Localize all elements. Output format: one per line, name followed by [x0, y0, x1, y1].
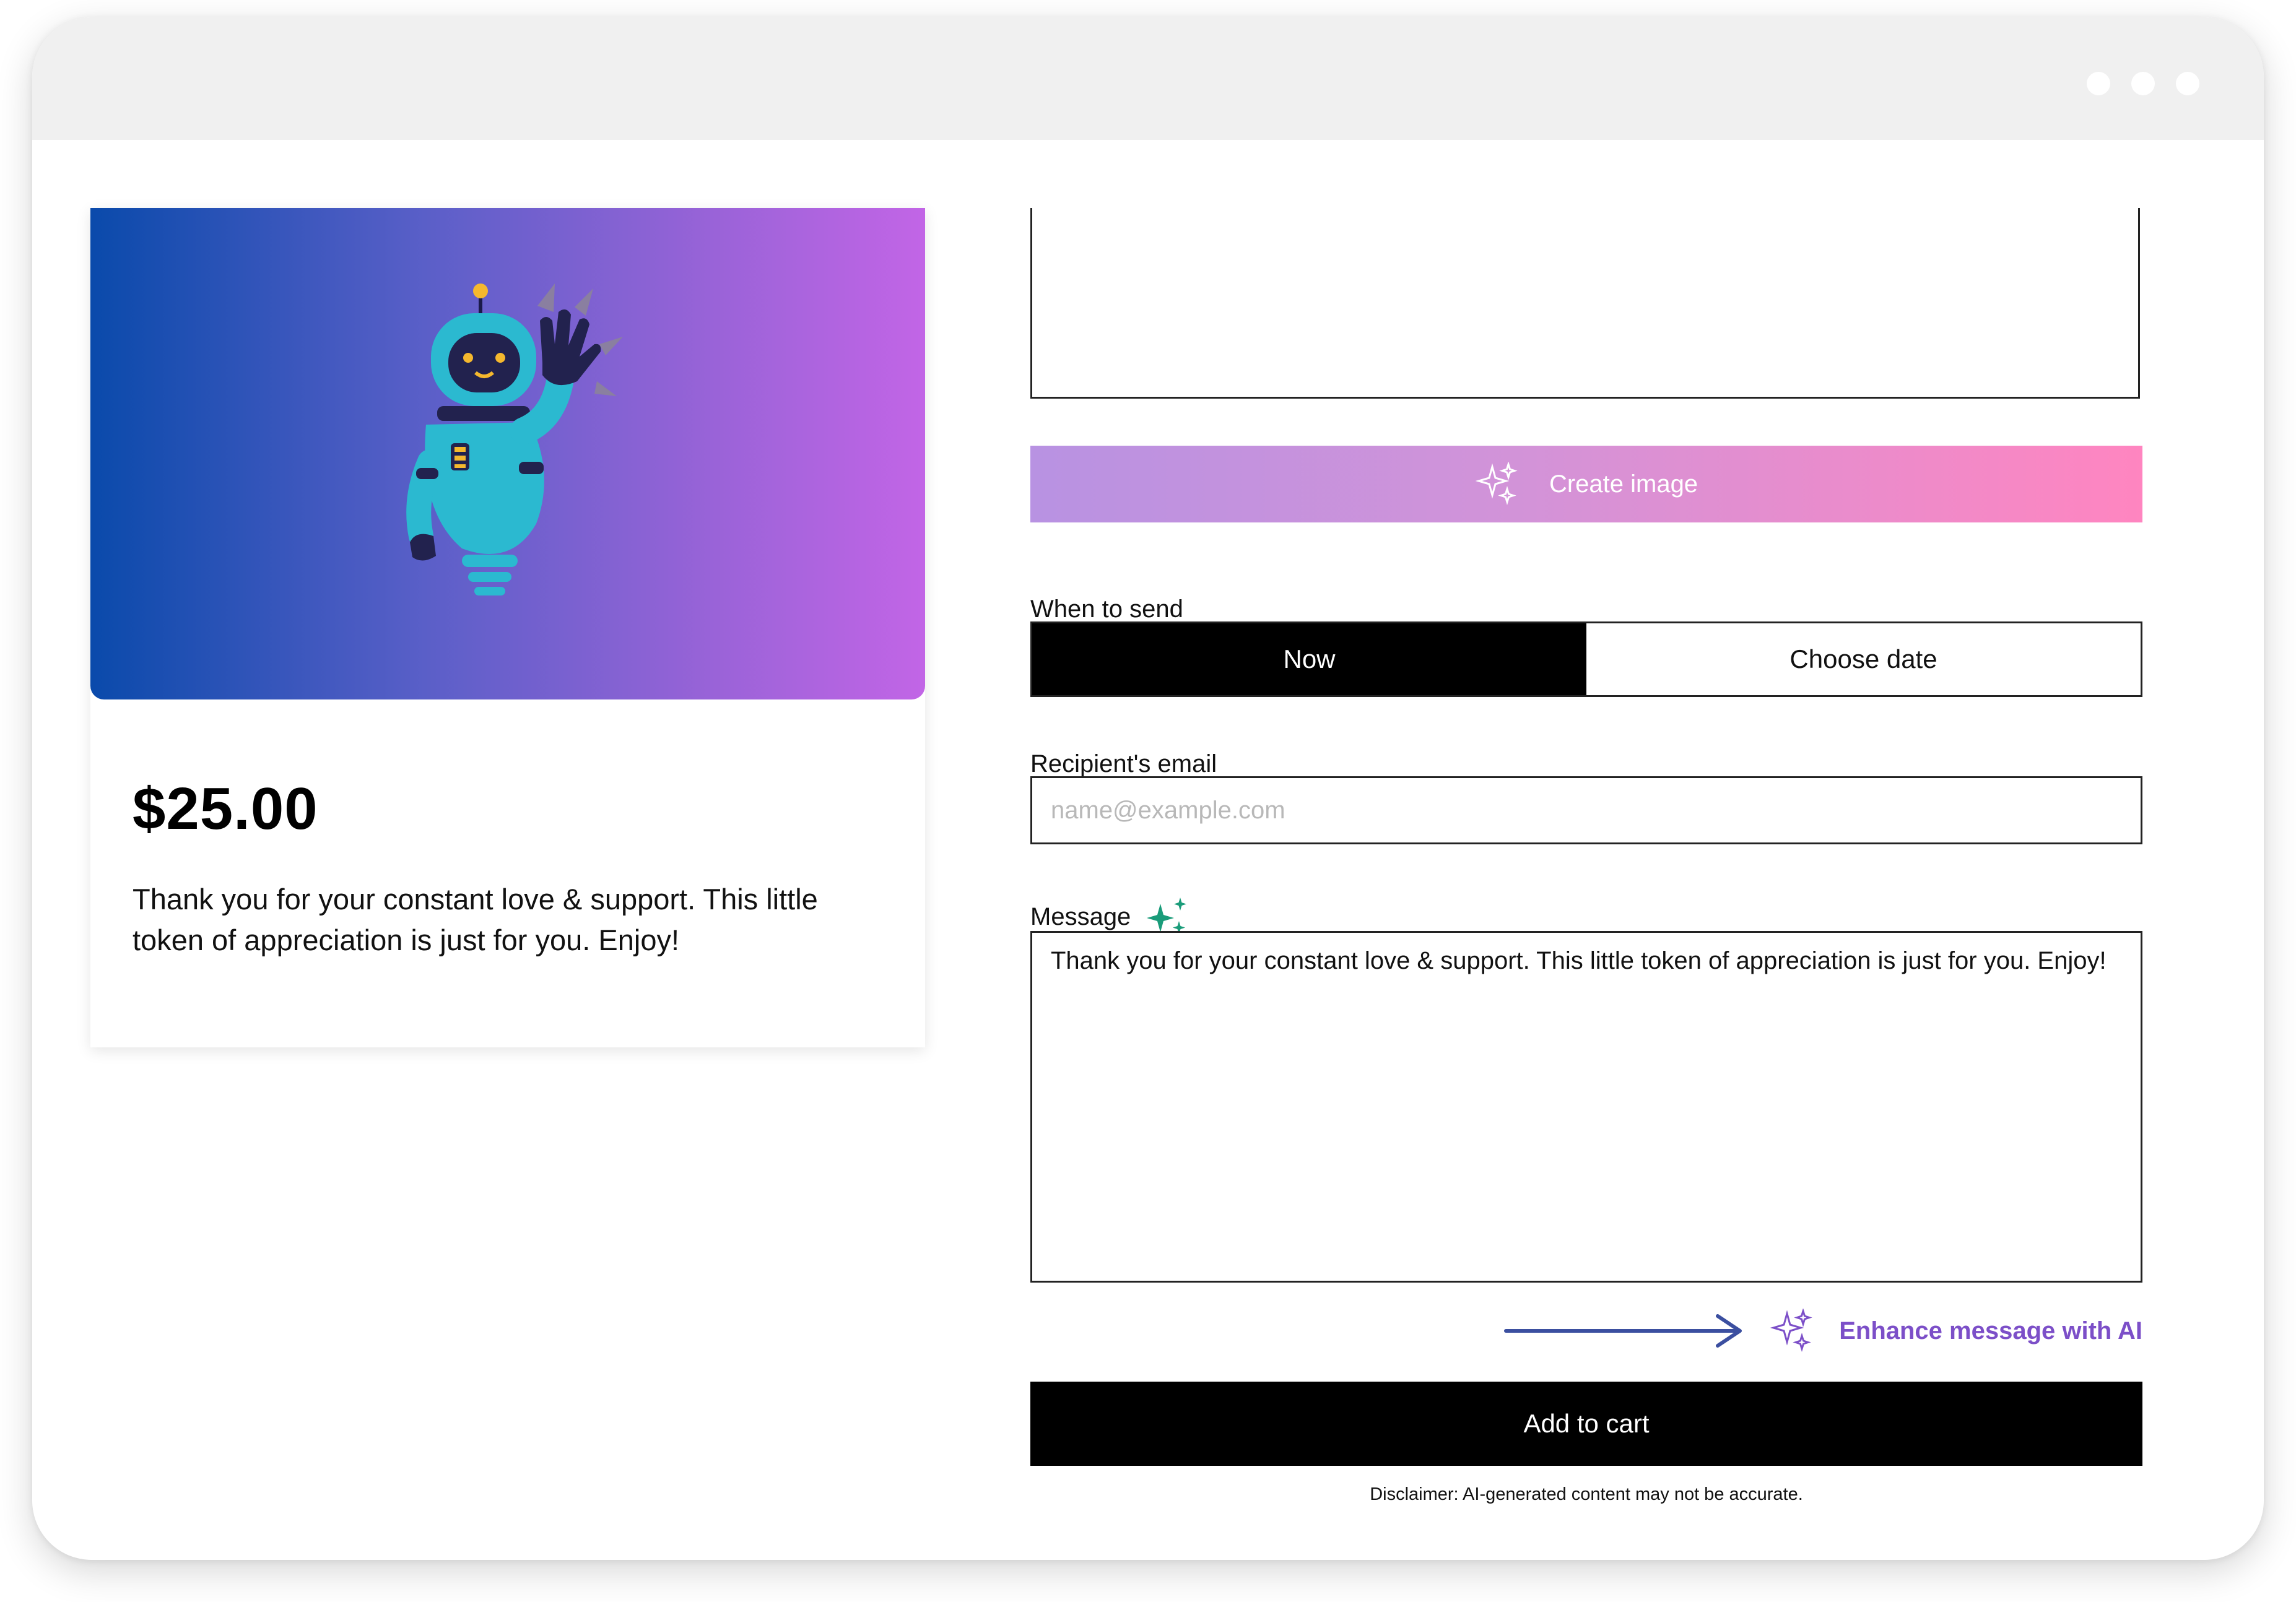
- robot-waving-icon: [406, 284, 623, 595]
- message-label: Message: [1030, 903, 1131, 930]
- send-time-toggle: Now Choose date: [1030, 621, 2142, 697]
- choose-date-option[interactable]: Choose date: [1586, 623, 2141, 695]
- sparkles-icon: [1475, 462, 1518, 506]
- window-dot-icon[interactable]: [2131, 72, 2155, 95]
- recipient-email-input[interactable]: [1030, 776, 2142, 844]
- add-to-cart-button[interactable]: Add to cart: [1030, 1382, 2142, 1466]
- message-textarea[interactable]: Thank you for your constant love & suppo…: [1030, 931, 2142, 1283]
- send-now-option[interactable]: Now: [1032, 623, 1586, 695]
- sparkles-icon: [1770, 1309, 1812, 1353]
- window-dot-icon[interactable]: [2087, 72, 2110, 95]
- create-image-label: Create image: [1549, 470, 1698, 498]
- ai-disclaimer: Disclaimer: AI-generated content may not…: [1370, 1484, 1803, 1504]
- enhance-message-row: Enhance message with AI: [1503, 1306, 2142, 1356]
- enhance-message-link[interactable]: Enhance message with AI: [1839, 1317, 2142, 1345]
- image-prompt-box[interactable]: [1030, 208, 2140, 399]
- recipient-email-label: Recipient's email: [1030, 750, 1217, 777]
- arrow-right-icon: [1504, 1314, 1742, 1348]
- create-image-button[interactable]: Create image: [1030, 446, 2142, 522]
- when-to-send-label: When to send: [1030, 595, 1183, 623]
- window-controls: [2087, 72, 2199, 95]
- window-titlebar: [32, 17, 2264, 140]
- gift-card-image: [90, 208, 925, 699]
- gift-card-price: $25.00: [133, 776, 318, 842]
- window-dot-icon[interactable]: [2176, 72, 2199, 95]
- gift-card-message: Thank you for your constant love & suppo…: [133, 883, 818, 956]
- gift-card-preview: $25.00 Thank you for your constant love …: [90, 208, 925, 1047]
